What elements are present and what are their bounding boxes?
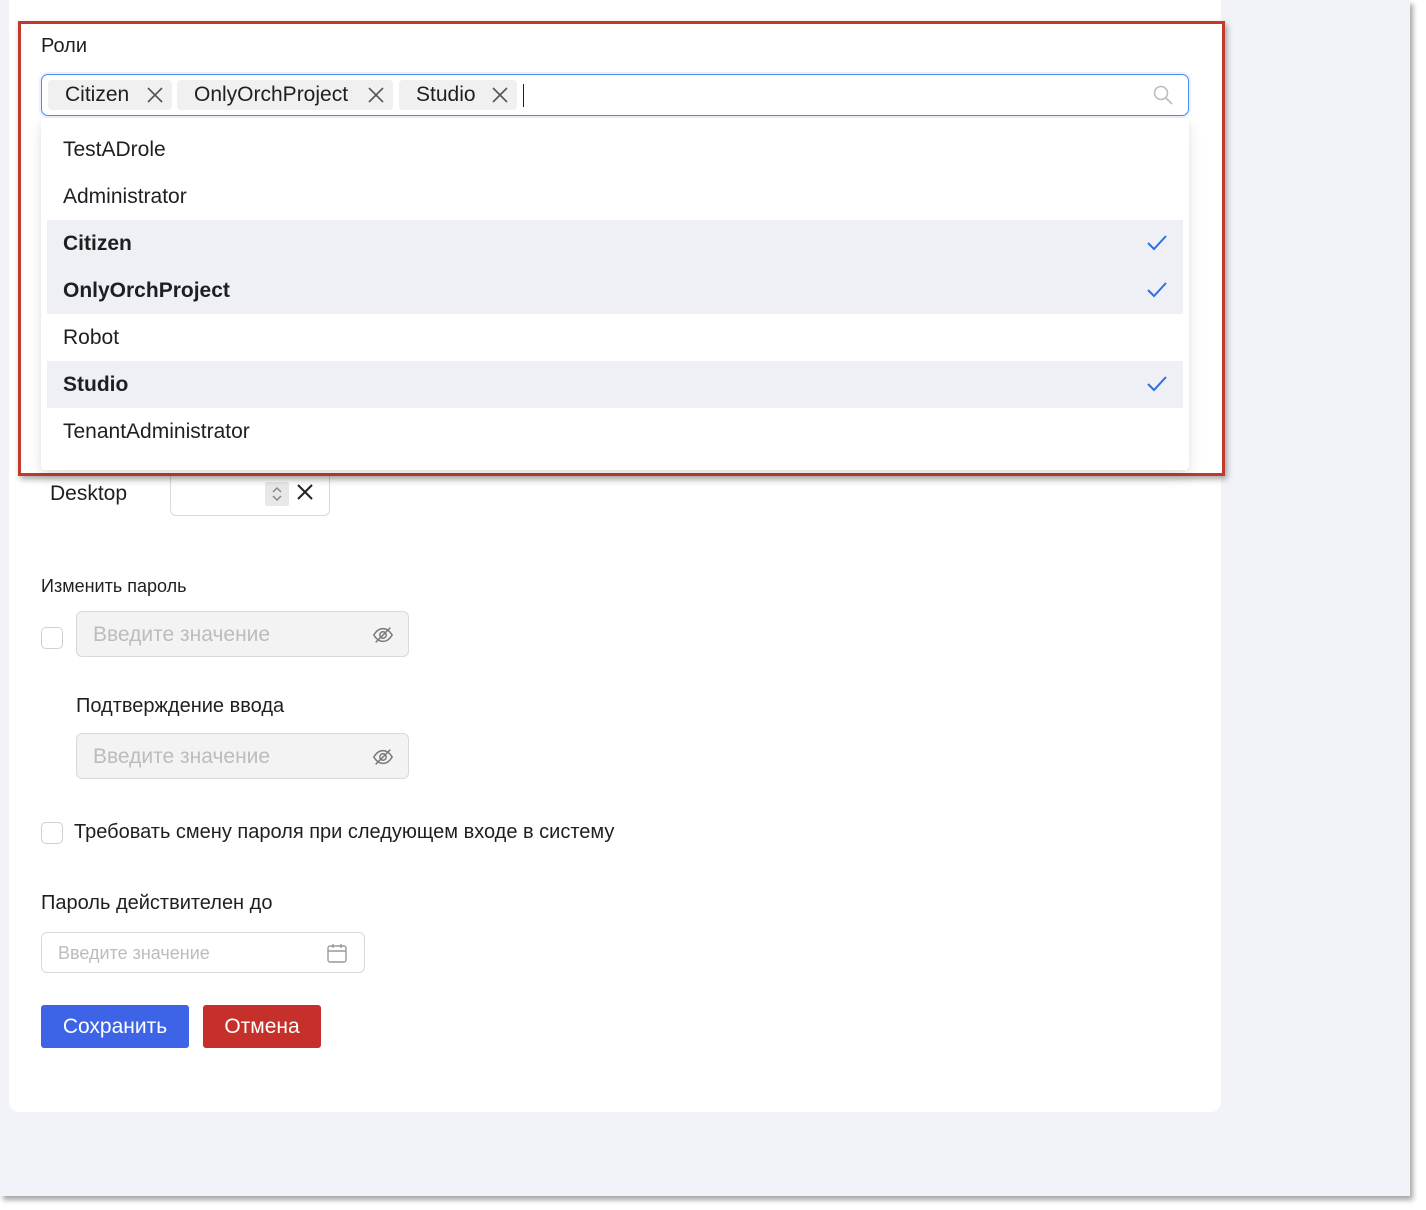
valid-until-label: Пароль действителен до	[41, 892, 273, 914]
valid-until-placeholder: Введите значение	[58, 943, 210, 963]
check-icon	[1147, 235, 1167, 251]
require-change-label: Требовать смену пароля при следующем вхо…	[74, 821, 615, 843]
password-placeholder: Введите значение	[93, 623, 271, 646]
role-tag-label: Citizen	[65, 83, 130, 106]
dropdown-option[interactable]: Administrator	[47, 173, 1183, 220]
search-icon	[1153, 85, 1173, 105]
valid-until-date-input[interactable]: Введите значение	[41, 932, 365, 973]
clear-icon[interactable]	[295, 482, 315, 502]
roles-select[interactable]: Citizen OnlyOrchProject Studio	[41, 74, 1189, 116]
option-label: Citizen	[63, 231, 132, 255]
save-button[interactable]: Сохранить	[41, 1005, 189, 1048]
app-window: Desktop Изменить пароль Введите значение…	[0, 0, 1410, 1196]
dropdown-option[interactable]: TenantAdministrator	[47, 408, 1183, 455]
spinner-icon[interactable]	[265, 482, 289, 506]
remove-tag-icon[interactable]	[146, 86, 164, 104]
option-label: Administrator	[63, 184, 187, 208]
confirm-password-placeholder: Введите значение	[93, 745, 271, 768]
role-tag-label: Studio	[416, 83, 476, 106]
change-password-checkbox[interactable]	[41, 627, 63, 649]
role-tag: OnlyOrchProject	[177, 80, 393, 110]
eye-hidden-icon[interactable]	[372, 746, 394, 768]
text-cursor	[523, 84, 524, 107]
dropdown-option[interactable]: TestADrole	[47, 126, 1183, 173]
dropdown-option[interactable]: Robot	[47, 314, 1183, 361]
desktop-number-input[interactable]	[170, 476, 330, 516]
roles-label: Роли	[41, 35, 87, 57]
role-tag: Studio	[399, 80, 517, 110]
remove-tag-icon[interactable]	[367, 86, 385, 104]
option-label: OnlyOrchProject	[63, 278, 230, 302]
option-label: TestADrole	[63, 137, 166, 161]
dropdown-option-selected[interactable]: Citizen	[47, 220, 1183, 267]
change-password-label: Изменить пароль	[41, 576, 187, 596]
option-label: Robot	[63, 325, 120, 349]
role-tag: Citizen	[48, 80, 172, 110]
confirm-password-input[interactable]: Введите значение	[76, 733, 409, 779]
option-label: TenantAdministrator	[63, 419, 250, 443]
roles-dropdown: TestADrole Administrator Citizen OnlyOrc…	[41, 118, 1189, 470]
cancel-button[interactable]: Отмена	[203, 1005, 321, 1048]
check-icon	[1147, 376, 1167, 392]
require-change-checkbox[interactable]	[41, 822, 63, 844]
confirm-password-label: Подтверждение ввода	[76, 695, 285, 717]
eye-hidden-icon[interactable]	[372, 624, 394, 646]
remove-tag-icon[interactable]	[491, 86, 509, 104]
option-label: Studio	[63, 372, 129, 396]
desktop-label: Desktop	[50, 482, 128, 505]
dropdown-option-selected[interactable]: OnlyOrchProject	[47, 267, 1183, 314]
role-tag-label: OnlyOrchProject	[194, 83, 349, 106]
dropdown-option-selected[interactable]: Studio	[47, 361, 1183, 408]
calendar-icon[interactable]	[326, 942, 348, 964]
password-input[interactable]: Введите значение	[76, 611, 409, 657]
check-icon	[1147, 282, 1167, 298]
